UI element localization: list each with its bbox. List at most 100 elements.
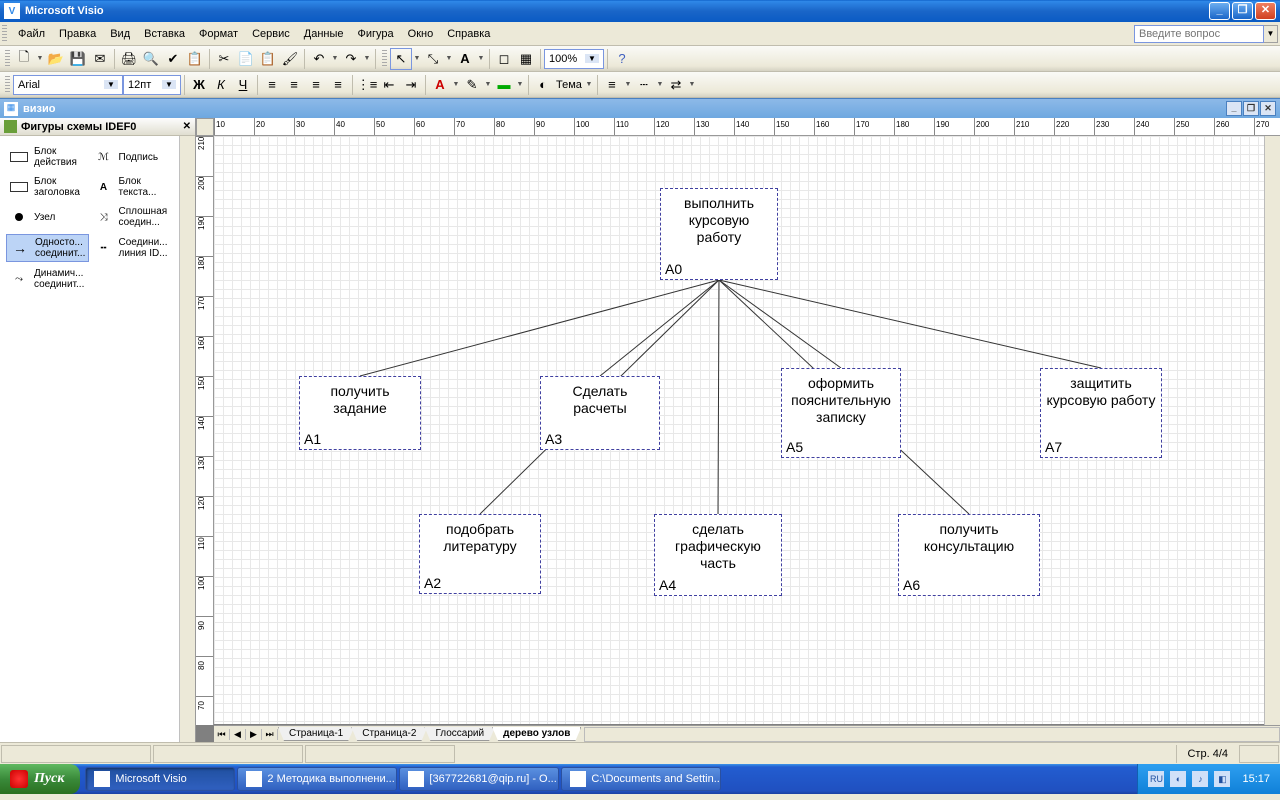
page-tab[interactable]: Глоссарий (424, 727, 495, 741)
shape-item[interactable]: ℳПодпись (91, 144, 174, 170)
tab-nav-prev[interactable]: ◀ (230, 729, 246, 740)
pointer-tool-button[interactable]: ↖ (390, 48, 412, 70)
shape-item[interactable]: AБлок текста... (91, 174, 174, 200)
dropdown-icon[interactable]: ▼ (584, 81, 594, 88)
paste-button[interactable]: 📋 (257, 48, 279, 70)
menu-вид[interactable]: Вид (103, 25, 137, 43)
diagram-node-A7[interactable]: защитить курсовую работуA7 (1040, 368, 1162, 458)
save-button[interactable]: 💾 (67, 48, 89, 70)
shape-item[interactable]: →Односто... соединит... (6, 234, 89, 262)
taskbar-task[interactable]: C:\Documents and Settin... (561, 767, 721, 791)
align-justify-button[interactable]: ≡ (327, 74, 349, 96)
text-tool-button[interactable]: A (454, 48, 476, 70)
shape-item[interactable]: Блок заголовка (6, 174, 89, 200)
dropdown-icon[interactable]: ▼ (623, 81, 633, 88)
menu-фигура[interactable]: Фигура (351, 25, 401, 43)
shapes-scrollbar[interactable] (179, 136, 195, 742)
menu-вставка[interactable]: Вставка (137, 25, 192, 43)
fill-color-button[interactable]: ▬ (493, 74, 515, 96)
diagram-node-A0[interactable]: выполнить курсовую работуA0 (660, 188, 778, 280)
shape-item[interactable]: ⤳Динамич... соединит... (6, 266, 89, 292)
shape-item[interactable]: Узел (6, 204, 89, 230)
lang-indicator[interactable]: RU (1148, 771, 1164, 787)
doc-maximize-button[interactable]: ❐ (1243, 101, 1259, 116)
align-left-button[interactable]: ≡ (261, 74, 283, 96)
menu-файл[interactable]: Файл (11, 25, 52, 43)
dropdown-icon[interactable]: ▼ (412, 55, 422, 62)
mail-button[interactable]: ✉ (89, 48, 111, 70)
font-size-combo[interactable]: 12пт▼ (123, 75, 181, 95)
doc-close-button[interactable]: ✕ (1260, 101, 1276, 116)
line-pattern-button[interactable]: ┄ (633, 74, 655, 96)
dropdown-icon[interactable]: ▼ (483, 81, 493, 88)
drawing-page[interactable]: выполнить курсовую работуA0 получить зада… (214, 136, 1276, 724)
menu-справка[interactable]: Справка (440, 25, 497, 43)
tab-nav-first[interactable]: ⏮ (214, 729, 230, 740)
canvas-viewport[interactable]: выполнить курсовую работуA0 получить зада… (214, 136, 1280, 725)
diagram-node-A2[interactable]: подобрать литературуA2 (419, 514, 541, 594)
copy-button[interactable]: 📄 (235, 48, 257, 70)
menu-окно[interactable]: Окно (401, 25, 441, 43)
menu-данные[interactable]: Данные (297, 25, 351, 43)
tray-icon[interactable]: ◧ (1214, 771, 1230, 787)
page-tab[interactable]: дерево узлов (492, 727, 581, 741)
taskbar-task[interactable]: 2 Методика выполнени... (237, 767, 397, 791)
bold-button[interactable]: Ж (188, 74, 210, 96)
dropdown-icon[interactable]: ▼ (444, 55, 454, 62)
taskbar-task[interactable]: Microsoft Visio (85, 767, 235, 791)
tab-nav-last[interactable]: ⏭ (262, 729, 278, 740)
line-weight-button[interactable]: ≡ (601, 74, 623, 96)
undo-button[interactable]: ↶ (308, 48, 330, 70)
dropdown-icon[interactable]: ▼ (362, 55, 372, 62)
open-button[interactable]: 📂 (45, 48, 67, 70)
bullets-button[interactable]: ⋮≡ (356, 74, 378, 96)
research-button[interactable]: 📋 (184, 48, 206, 70)
doc-minimize-button[interactable]: _ (1226, 101, 1242, 116)
page-tab[interactable]: Страница-2 (351, 727, 427, 741)
connector-tool-button[interactable]: ⤡ (422, 48, 444, 70)
shapes-button[interactable]: ◻ (493, 48, 515, 70)
tab-nav-next[interactable]: ▶ (246, 729, 262, 740)
diagram-node-A5[interactable]: оформить пояснительную запискуA5 (781, 368, 901, 458)
italic-button[interactable]: К (210, 74, 232, 96)
new-button[interactable]: 🗋 (13, 48, 35, 70)
theme-button[interactable]: ◐ (532, 74, 554, 96)
spellcheck-button[interactable]: ✔ (162, 48, 184, 70)
close-button[interactable]: ✕ (1255, 2, 1276, 20)
dropdown-icon[interactable]: ▼ (655, 81, 665, 88)
diagram-node-A4[interactable]: сделать графическую частьA4 (654, 514, 782, 596)
start-button[interactable]: Пуск (0, 764, 80, 794)
decrease-indent-button[interactable]: ⇤ (378, 74, 400, 96)
vertical-scrollbar[interactable] (1264, 136, 1280, 725)
diagram-node-A6[interactable]: получить консультациюA6 (898, 514, 1040, 596)
help-button[interactable]: ? (611, 48, 633, 70)
underline-button[interactable]: Ч (232, 74, 254, 96)
clock[interactable]: 15:17 (1242, 773, 1270, 785)
taskbar-task[interactable]: [367722681@qip.ru] - O... (399, 767, 559, 791)
shape-item[interactable]: Блок действия (6, 144, 89, 170)
print-button[interactable]: 🖨 (118, 48, 140, 70)
shape-item[interactable]: ⤨Сплошная соедин... (91, 204, 174, 230)
menu-правка[interactable]: Правка (52, 25, 103, 43)
shape-item[interactable]: ╍Соедини... линия ID... (91, 234, 174, 262)
align-right-button[interactable]: ≡ (305, 74, 327, 96)
dropdown-icon[interactable]: ▼ (451, 81, 461, 88)
horizontal-scrollbar[interactable] (584, 727, 1280, 742)
tray-icon[interactable]: ♪ (1192, 771, 1208, 787)
menu-сервис[interactable]: Сервис (245, 25, 297, 43)
dropdown-icon[interactable]: ▼ (476, 55, 486, 62)
font-name-combo[interactable]: Arial▼ (13, 75, 123, 95)
menu-формат[interactable]: Формат (192, 25, 245, 43)
maximize-button[interactable]: ❐ (1232, 2, 1253, 20)
diagram-node-A1[interactable]: получить заданиеA1 (299, 376, 421, 450)
redo-button[interactable]: ↷ (340, 48, 362, 70)
line-ends-button[interactable]: ⇄ (665, 74, 687, 96)
diagram-node-A3[interactable]: Сделать расчетыA3 (540, 376, 660, 450)
page-tab[interactable]: Страница-1 (278, 727, 354, 741)
stencil-button[interactable]: ▦ (515, 48, 537, 70)
print-preview-button[interactable]: 🔍 (140, 48, 162, 70)
format-painter-button[interactable]: 🖌 (279, 48, 301, 70)
cut-button[interactable]: ✂ (213, 48, 235, 70)
line-color-button[interactable]: ✎ (461, 74, 483, 96)
dropdown-icon[interactable]: ▼ (687, 81, 697, 88)
